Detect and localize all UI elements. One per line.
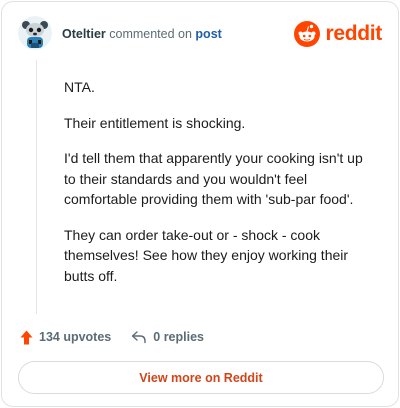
upvote-button[interactable]: 134 upvotes xyxy=(20,330,111,345)
comment-header: Oteltier commented on post reddit xyxy=(16,16,386,52)
comment-paragraph: NTA. xyxy=(64,79,95,95)
comment-paragraph: I'd tell them that apparently your cooki… xyxy=(64,150,363,207)
comment-body: NTA. Their entitlement is shocking. I'd … xyxy=(64,77,364,301)
comment-actions: 134 upvotes 0 replies xyxy=(20,328,204,346)
byline: Oteltier commented on post xyxy=(62,27,222,41)
comment-paragraph: They can order take-out or - shock - coo… xyxy=(64,226,349,284)
commented-on-text: commented on xyxy=(109,27,192,41)
user-avatar[interactable] xyxy=(18,16,52,50)
post-link[interactable]: post xyxy=(195,27,221,41)
reddit-wordmark: reddit xyxy=(325,22,382,45)
reddit-logo[interactable]: reddit xyxy=(294,20,382,48)
reply-count: 0 replies xyxy=(153,330,204,344)
view-more-button[interactable]: View more on Reddit xyxy=(18,361,384,394)
upvote-arrow-icon xyxy=(20,330,33,344)
snoo-avatar-icon xyxy=(18,16,52,50)
thread-line xyxy=(36,60,37,314)
reddit-logo-icon xyxy=(294,21,321,47)
reply-arrow-icon xyxy=(132,331,146,344)
reply-button[interactable]: 0 replies xyxy=(131,330,204,344)
username-link[interactable]: Oteltier xyxy=(62,27,106,41)
comment-embed-card: Oteltier commented on post reddit NTA. T… xyxy=(1,1,399,407)
comment-paragraph: Their entitlement is shocking. xyxy=(64,114,246,131)
upvote-count: 134 upvotes xyxy=(39,330,112,344)
